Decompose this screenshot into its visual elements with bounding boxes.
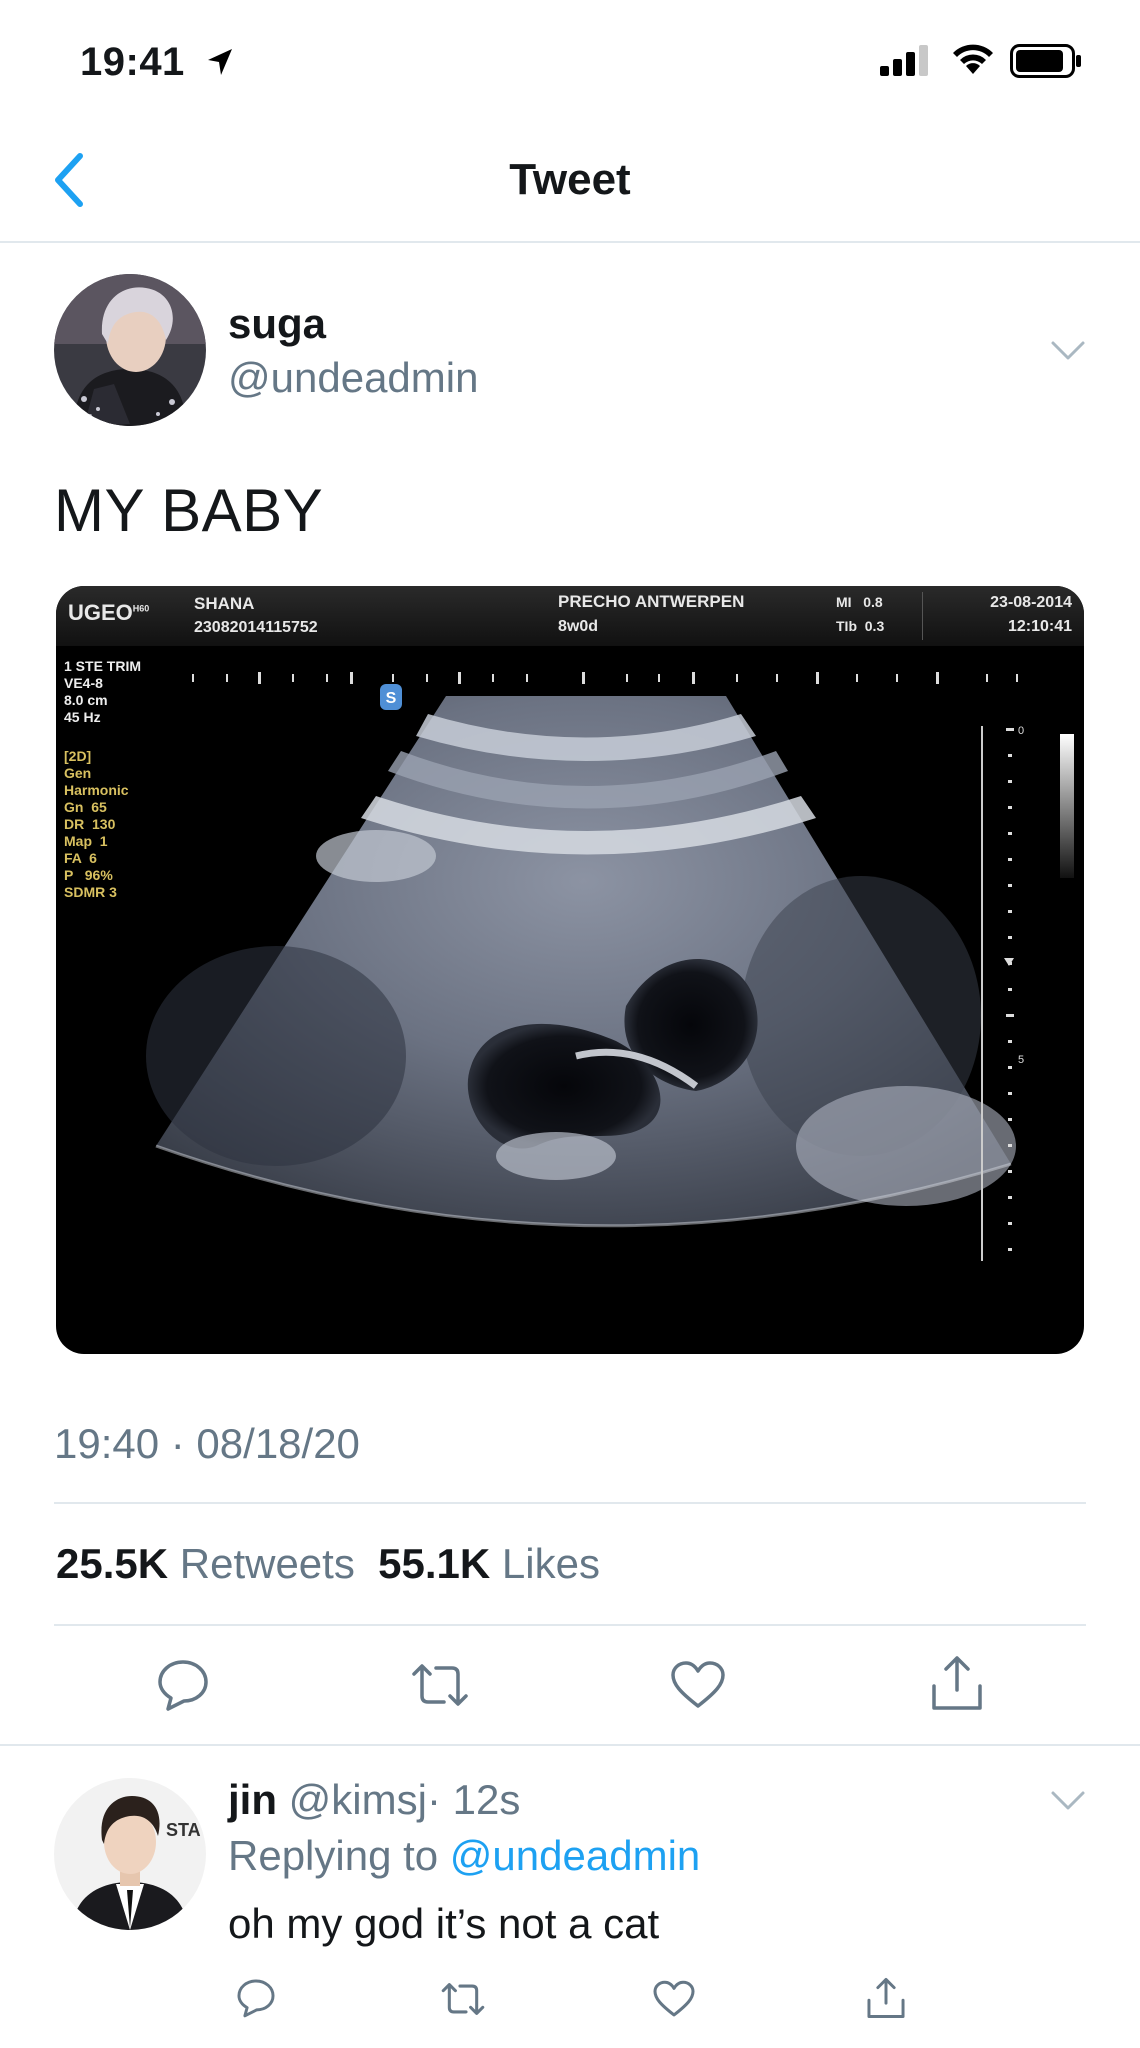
retweets-label[interactable]: Retweets [180, 1540, 355, 1587]
share-icon[interactable] [930, 1654, 984, 1712]
tweet-stats: 25.5K Retweets 55.1K Likes [56, 1540, 600, 1588]
reply-retweet-icon[interactable] [440, 1980, 486, 2018]
page-title: Tweet [509, 155, 631, 204]
reply-author-handle[interactable]: @kimsj [289, 1776, 427, 1823]
status-time: 19:41 [80, 40, 185, 84]
probe-marker-label: S [386, 690, 397, 707]
reply-author-line: jin @kimsj· 12s [228, 1776, 520, 1824]
likes-label[interactable]: Likes [502, 1540, 600, 1587]
author-handle[interactable]: @undeadmin [228, 354, 478, 402]
tweet-text: MY BABY [54, 477, 324, 544]
replying-to-handle[interactable]: @undeadmin [450, 1832, 700, 1879]
reply-text: oh my god it’s not a cat [228, 1900, 660, 1947]
reply-time: · 12s [426, 1776, 521, 1823]
like-heart-icon[interactable] [670, 1660, 726, 1710]
scale-label-mid: 5 [1018, 1054, 1024, 1066]
tweet-timestamp: 19:40 · 08/18/20 [54, 1420, 360, 1467]
author-name[interactable]: suga [228, 300, 326, 348]
tweet-media-image[interactable]: UGEOH60 SHANA 23082014115752 PRECHO ANTW… [56, 586, 1084, 1354]
reply-share-icon[interactable] [866, 1976, 906, 2020]
likes-count[interactable]: 55.1K [378, 1540, 490, 1587]
retweets-count[interactable]: 25.5K [56, 1540, 168, 1587]
retweet-icon[interactable] [410, 1660, 470, 1710]
stats-divider [54, 1624, 1086, 1626]
depth-scale-right [1006, 728, 1014, 1251]
location-arrow-icon [208, 49, 232, 75]
grayscale-bar [1060, 734, 1074, 878]
replying-to-label: Replying to [228, 1832, 439, 1879]
reply-icon[interactable] [156, 1658, 210, 1712]
cellular-signal-icon [880, 45, 928, 76]
reply-reply-icon[interactable] [236, 1978, 276, 2018]
ultrasound-scan: S 0 5 [146, 672, 1074, 1261]
replying-to-line: Replying to @undeadmin [228, 1832, 700, 1880]
nav-divider [0, 241, 1140, 243]
reply-author-name[interactable]: jin [228, 1776, 277, 1823]
actions-divider [0, 1744, 1140, 1746]
wifi-icon [953, 44, 993, 74]
battery-icon [1010, 44, 1081, 78]
avatar-badge-text: STA [166, 1820, 201, 1840]
reply-chevron-down-icon[interactable] [1050, 1790, 1086, 1812]
meta-divider [54, 1502, 1086, 1504]
reply-avatar[interactable]: STA [54, 1778, 206, 1930]
scale-label-top: 0 [1018, 725, 1024, 737]
reply-like-heart-icon[interactable] [652, 1980, 696, 2018]
chevron-down-icon[interactable] [1050, 340, 1086, 362]
depth-ruler-top [192, 672, 1018, 684]
author-avatar[interactable] [54, 274, 206, 426]
